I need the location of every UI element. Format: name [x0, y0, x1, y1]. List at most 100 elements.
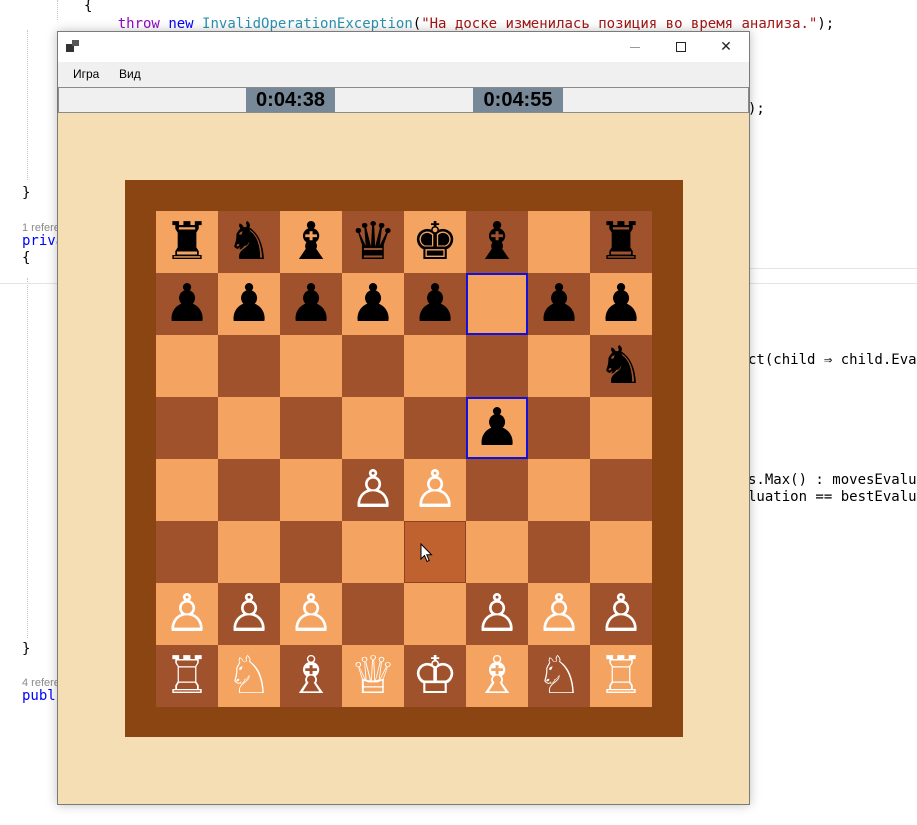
black-piece-icon[interactable]: ♟: [528, 273, 590, 335]
white-piece-icon[interactable]: ♗: [466, 645, 528, 707]
white-piece-icon[interactable]: ♖: [590, 645, 652, 707]
black-piece-icon[interactable]: ♟: [280, 273, 342, 335]
board-square[interactable]: ♙: [280, 583, 342, 645]
board-square[interactable]: [218, 397, 280, 459]
board-square[interactable]: [342, 583, 404, 645]
black-piece-icon[interactable]: ♝: [466, 211, 528, 273]
board-square[interactable]: [280, 397, 342, 459]
board-square[interactable]: ♟: [156, 273, 218, 335]
black-piece-icon[interactable]: ♜: [590, 211, 652, 273]
board-square[interactable]: ♖: [156, 645, 218, 707]
white-piece-icon[interactable]: ♘: [218, 645, 280, 707]
board-square[interactable]: [466, 459, 528, 521]
board-square[interactable]: [590, 521, 652, 583]
board-square[interactable]: ♛: [342, 211, 404, 273]
board-square[interactable]: ♙: [590, 583, 652, 645]
board-square[interactable]: ♟: [466, 397, 528, 459]
board-square[interactable]: ♝: [280, 211, 342, 273]
black-piece-icon[interactable]: ♚: [404, 211, 466, 273]
white-piece-icon[interactable]: ♔: [404, 645, 466, 707]
board-square[interactable]: ♔: [404, 645, 466, 707]
black-piece-icon[interactable]: ♞: [218, 211, 280, 273]
black-piece-icon[interactable]: ♛: [342, 211, 404, 273]
board-square[interactable]: [528, 397, 590, 459]
board-square[interactable]: ♕: [342, 645, 404, 707]
board-square[interactable]: [218, 335, 280, 397]
board-square[interactable]: ♜: [156, 211, 218, 273]
black-piece-icon[interactable]: ♟: [342, 273, 404, 335]
board-square[interactable]: [404, 397, 466, 459]
board-square[interactable]: [342, 521, 404, 583]
board-square[interactable]: [466, 273, 528, 335]
board-square[interactable]: [218, 521, 280, 583]
board-square[interactable]: ♙: [528, 583, 590, 645]
board-square[interactable]: [590, 397, 652, 459]
chess-board[interactable]: ♜ ♞ ♝ ♛ ♚ ♝ ♜ ♟ ♟ ♟ ♟ ♟ ♟ ♟ ♞ ♟ ♙ ♙ ♙ ♙ ♙ ♙ ♙ ♙ ♖ ♘ ♗ ♕ ♔ ♗ ♘ ♖: [156, 211, 652, 707]
board-square[interactable]: ♙: [218, 583, 280, 645]
board-square[interactable]: ♙: [466, 583, 528, 645]
board-square[interactable]: ♗: [466, 645, 528, 707]
board-square[interactable]: ♟: [404, 273, 466, 335]
white-piece-icon[interactable]: ♙: [528, 583, 590, 645]
board-square[interactable]: ♘: [218, 645, 280, 707]
board-square[interactable]: ♟: [342, 273, 404, 335]
board-square[interactable]: [218, 459, 280, 521]
board-square[interactable]: ♞: [218, 211, 280, 273]
board-square[interactable]: ♙: [404, 459, 466, 521]
board-square[interactable]: ♝: [466, 211, 528, 273]
board-square[interactable]: [280, 335, 342, 397]
minimize-button[interactable]: [612, 32, 658, 62]
white-piece-icon[interactable]: ♙: [590, 583, 652, 645]
white-piece-icon[interactable]: ♙: [280, 583, 342, 645]
board-square[interactable]: ♟: [590, 273, 652, 335]
black-piece-icon[interactable]: ♟: [468, 397, 526, 459]
black-piece-icon[interactable]: ♞: [590, 335, 652, 397]
board-square[interactable]: [342, 335, 404, 397]
black-piece-icon[interactable]: ♟: [156, 273, 218, 335]
board-square[interactable]: [156, 521, 218, 583]
board-square[interactable]: [466, 335, 528, 397]
board-square[interactable]: ♜: [590, 211, 652, 273]
board-square[interactable]: [404, 335, 466, 397]
board-square[interactable]: [156, 335, 218, 397]
menu-game[interactable]: Игра: [73, 67, 99, 81]
black-piece-icon[interactable]: ♟: [590, 273, 652, 335]
board-square[interactable]: [156, 459, 218, 521]
board-square[interactable]: [156, 397, 218, 459]
white-piece-icon[interactable]: ♘: [528, 645, 590, 707]
board-square[interactable]: [280, 521, 342, 583]
board-square[interactable]: [528, 459, 590, 521]
board-square[interactable]: ♙: [342, 459, 404, 521]
black-piece-icon[interactable]: ♝: [280, 211, 342, 273]
board-square[interactable]: ♙: [156, 583, 218, 645]
black-piece-icon[interactable]: ♜: [156, 211, 218, 273]
close-button[interactable]: ✕: [703, 32, 749, 62]
title-bar[interactable]: ✕: [58, 32, 749, 62]
board-square[interactable]: ♗: [280, 645, 342, 707]
board-square[interactable]: ♚: [404, 211, 466, 273]
white-piece-icon[interactable]: ♖: [156, 645, 218, 707]
board-square[interactable]: [528, 521, 590, 583]
board-square[interactable]: [466, 521, 528, 583]
board-square[interactable]: ♘: [528, 645, 590, 707]
board-square[interactable]: ♟: [528, 273, 590, 335]
board-square[interactable]: ♟: [280, 273, 342, 335]
white-piece-icon[interactable]: ♗: [280, 645, 342, 707]
board-square[interactable]: [590, 459, 652, 521]
board-square[interactable]: [404, 521, 466, 583]
menu-view[interactable]: Вид: [119, 67, 141, 81]
board-square[interactable]: [342, 397, 404, 459]
black-piece-icon[interactable]: ♟: [404, 273, 466, 335]
board-square[interactable]: [280, 459, 342, 521]
white-piece-icon[interactable]: ♙: [342, 459, 404, 521]
black-piece-icon[interactable]: ♟: [218, 273, 280, 335]
board-square[interactable]: ♟: [218, 273, 280, 335]
board-square[interactable]: [528, 335, 590, 397]
board-square[interactable]: [528, 211, 590, 273]
board-square[interactable]: ♖: [590, 645, 652, 707]
white-piece-icon[interactable]: ♙: [218, 583, 280, 645]
board-square[interactable]: [404, 583, 466, 645]
white-piece-icon[interactable]: ♙: [466, 583, 528, 645]
white-piece-icon[interactable]: ♙: [404, 459, 466, 521]
board-square[interactable]: ♞: [590, 335, 652, 397]
